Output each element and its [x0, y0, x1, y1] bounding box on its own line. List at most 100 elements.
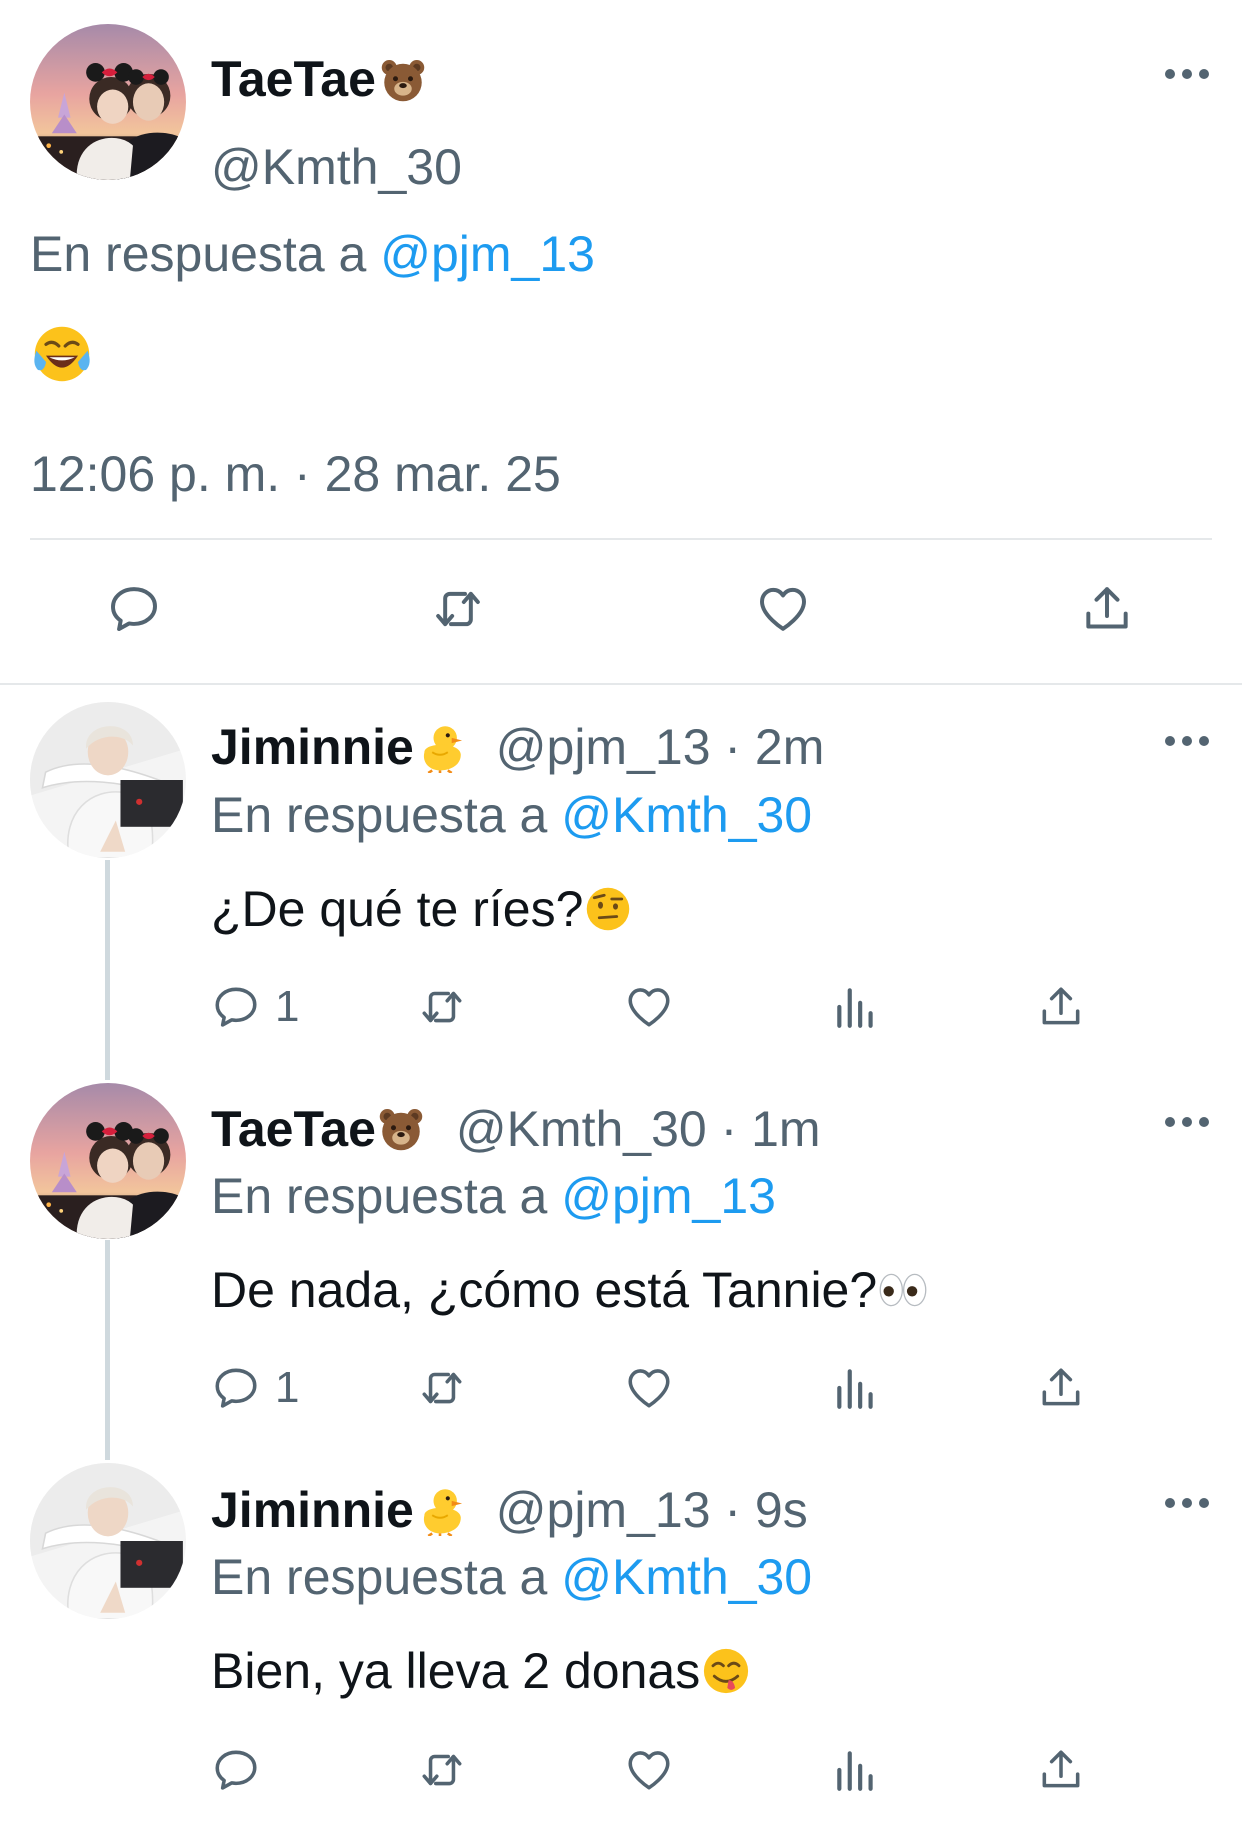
retweet-button[interactable]	[417, 982, 467, 1032]
mention-link[interactable]: @Kmth_30	[561, 1549, 812, 1605]
retweet-button[interactable]	[417, 1363, 467, 1413]
reply-header: Jiminnie @pjm_13 · 9s	[211, 1481, 808, 1539]
divider	[0, 683, 1242, 685]
timestamp[interactable]: 12:06 p. m. · 28 mar. 25	[30, 445, 561, 503]
mention-link[interactable]: @pjm_13	[561, 1168, 776, 1224]
display-name[interactable]: Jiminnie	[211, 1482, 414, 1538]
handle-and-time[interactable]: @pjm_13 · 2m	[496, 719, 825, 775]
share-button[interactable]	[1036, 1745, 1086, 1795]
display-name[interactable]: Jiminnie	[211, 719, 414, 775]
hatching-chick-icon	[414, 721, 466, 773]
reply-header: TaeTae @Kmth_30 · 1m	[211, 1100, 821, 1158]
like-icon	[624, 1363, 674, 1413]
tweet-text: ¿De qué te ríes?	[211, 880, 633, 938]
reply-icon	[106, 581, 162, 637]
retweet-icon	[417, 982, 467, 1032]
dot-icon	[1182, 1117, 1192, 1127]
hatching-chick-icon	[414, 1484, 466, 1536]
tweet-text-content: ¿De qué te ríes?	[211, 881, 584, 937]
like-button[interactable]	[624, 1363, 674, 1413]
replying-to-label: En respuesta a	[30, 226, 367, 282]
reply-header: Jiminnie @pjm_13 · 2m	[211, 718, 824, 776]
replying-to: En respuesta a @pjm_13	[30, 225, 595, 283]
more-options-button[interactable]	[1165, 69, 1209, 83]
reply-icon	[211, 1363, 261, 1413]
avatar[interactable]	[30, 1463, 186, 1619]
display-name-text: TaeTae	[211, 51, 376, 107]
avatar-image	[30, 24, 186, 180]
replying-to-label: En respuesta a	[211, 787, 548, 843]
like-icon	[624, 982, 674, 1032]
reply-button[interactable]	[211, 1745, 261, 1795]
share-icon	[1036, 982, 1086, 1032]
views-icon	[831, 982, 881, 1032]
share-button[interactable]	[1036, 982, 1086, 1032]
tweet-text	[30, 322, 94, 391]
face-with-raised-eyebrow-icon	[583, 884, 633, 934]
share-icon	[1079, 581, 1135, 637]
retweet-button[interactable]	[430, 581, 486, 637]
avatar[interactable]	[30, 702, 186, 858]
thread-line	[105, 1240, 110, 1460]
share-icon	[1036, 1745, 1086, 1795]
reply-button[interactable]: 1	[211, 1363, 299, 1413]
face-with-tears-of-joy-icon	[30, 322, 94, 386]
face-savoring-food-icon	[700, 1645, 752, 1697]
avatar[interactable]	[30, 24, 186, 180]
reply-count: 1	[275, 1363, 300, 1412]
retweet-icon	[417, 1745, 467, 1795]
views-button[interactable]	[831, 1745, 881, 1795]
dot-icon	[1165, 736, 1175, 746]
reply-button[interactable]	[106, 581, 162, 637]
like-icon	[624, 1745, 674, 1795]
more-options-button[interactable]	[1165, 1498, 1209, 1512]
display-name[interactable]: TaeTae	[211, 50, 428, 108]
tweet-text-content: Bien, ya lleva 2 donas	[211, 1643, 701, 1699]
dot-icon	[1182, 736, 1192, 746]
dot-icon	[1182, 69, 1192, 79]
avatar[interactable]	[30, 1083, 186, 1239]
avatar-image	[30, 702, 186, 858]
like-button[interactable]	[624, 1745, 674, 1795]
views-icon	[831, 1363, 881, 1413]
thread-line	[105, 860, 110, 1080]
eyes-icon	[877, 1264, 929, 1316]
divider	[30, 538, 1212, 540]
bear-face-icon	[378, 55, 428, 105]
tweet-text: Bien, ya lleva 2 donas	[211, 1642, 752, 1700]
views-icon	[831, 1745, 881, 1795]
dot-icon	[1165, 69, 1175, 79]
views-button[interactable]	[831, 1363, 881, 1413]
mention-link[interactable]: @Kmth_30	[561, 787, 812, 843]
bear-face-icon	[376, 1104, 426, 1154]
avatar-image	[30, 1463, 186, 1619]
mention-link[interactable]: @pjm_13	[380, 226, 595, 282]
views-button[interactable]	[831, 982, 881, 1032]
replying-to-label: En respuesta a	[211, 1168, 548, 1224]
like-button[interactable]	[755, 581, 811, 637]
reply-icon	[211, 982, 261, 1032]
more-options-button[interactable]	[1165, 1117, 1209, 1131]
handle-and-time[interactable]: @Kmth_30 · 1m	[456, 1101, 821, 1157]
handle-and-time[interactable]: @pjm_13 · 9s	[496, 1482, 808, 1538]
username-handle[interactable]: @Kmth_30	[211, 138, 462, 196]
share-icon	[1036, 1363, 1086, 1413]
reply-button[interactable]: 1	[211, 982, 299, 1032]
share-button[interactable]	[1079, 581, 1135, 637]
dot-icon	[1199, 1498, 1209, 1508]
like-button[interactable]	[624, 982, 674, 1032]
replying-to: En respuesta a @pjm_13	[211, 1167, 776, 1225]
like-icon	[755, 581, 811, 637]
retweet-icon	[430, 581, 486, 637]
dot-icon	[1199, 1117, 1209, 1127]
retweet-icon	[417, 1363, 467, 1413]
share-button[interactable]	[1036, 1363, 1086, 1413]
more-options-button[interactable]	[1165, 736, 1209, 750]
dot-icon	[1199, 69, 1209, 79]
replying-to-label: En respuesta a	[211, 1549, 548, 1605]
retweet-button[interactable]	[417, 1745, 467, 1795]
dot-icon	[1182, 1498, 1192, 1508]
dot-icon	[1165, 1117, 1175, 1127]
display-name[interactable]: TaeTae	[211, 1101, 376, 1157]
reply-count: 1	[275, 982, 300, 1031]
